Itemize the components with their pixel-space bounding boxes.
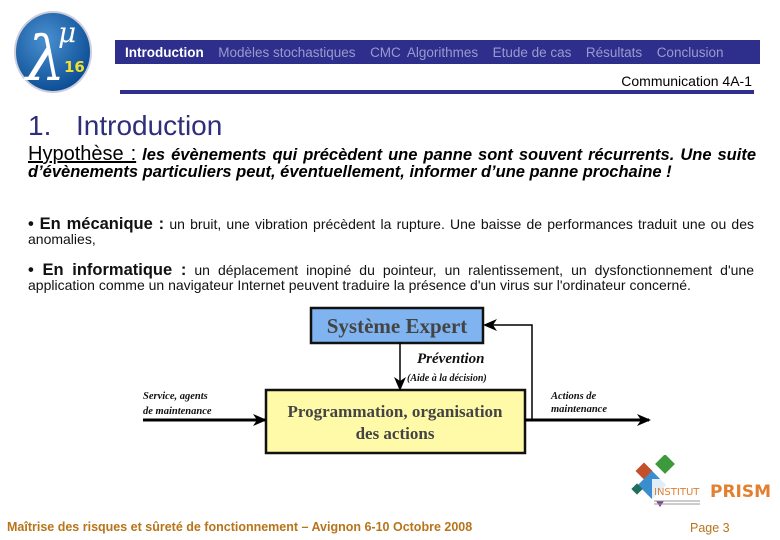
- tab-algorithmes[interactable]: Algorithmes: [407, 45, 478, 60]
- output-label-line2: maintenance: [551, 404, 607, 415]
- input-label-line1: Service, agents: [143, 391, 208, 402]
- tab-modeles-stochastiques[interactable]: Modèles stochastiques: [218, 45, 355, 60]
- tab-resultats[interactable]: Résultats: [586, 45, 642, 60]
- title-text: Introduction: [76, 110, 223, 141]
- page-title: 1. Introduction: [28, 110, 222, 142]
- tab-cmc[interactable]: CMC: [370, 45, 401, 60]
- section-nav: Introduction Modèles stochastiques CMC A…: [115, 40, 760, 64]
- tab-introduction[interactable]: Introduction: [125, 45, 204, 60]
- hypothesis-label: Hypothèse :: [28, 143, 137, 165]
- tab-etude-de-cas[interactable]: Etude de cas: [493, 45, 572, 60]
- page-number: Page 3: [690, 521, 730, 535]
- footer-conference: Maîtrise des risques et sûreté de foncti…: [7, 520, 473, 534]
- bullet-mecanique: • En mécanique : un bruit, une vibration…: [28, 216, 754, 247]
- actions-label-line2: des actions: [356, 424, 435, 443]
- tab-conclusion[interactable]: Conclusion: [657, 45, 724, 60]
- svg-text:μ: μ: [58, 16, 76, 49]
- expert-system-label: Système Expert: [327, 314, 468, 338]
- title-number: 1.: [28, 110, 52, 141]
- actions-box: [264, 388, 527, 455]
- prevention-sublabel: (Aide à la décision): [407, 373, 487, 384]
- brand-prisme: PRISME: [710, 482, 770, 502]
- hypothesis-text: les évènements qui précèdent une panne s…: [28, 146, 757, 181]
- bullet-informatique: • En informatique : un déplacement inopi…: [28, 262, 754, 293]
- logo-badge: 16: [64, 58, 85, 76]
- output-label-line1: Actions de: [550, 391, 597, 402]
- actions-label-line1: Programmation, organisation: [287, 402, 503, 421]
- communication-id: Communication 4A-1: [621, 73, 752, 89]
- brand-institut: INSTITUT: [654, 487, 700, 498]
- input-label-line2: de maintenance: [143, 406, 212, 417]
- expert-system-diagram: Système Expert Programmation, organisati…: [143, 306, 651, 455]
- header-divider: [120, 90, 754, 94]
- prevention-label: Prévention: [417, 351, 485, 367]
- institut-prisme-logo: INSTITUT PRISME: [631, 455, 770, 507]
- hypothesis-paragraph: Hypothèse : les évènements qui précèdent…: [28, 143, 757, 181]
- lambda-mu-logo: λ μ 16: [14, 11, 92, 95]
